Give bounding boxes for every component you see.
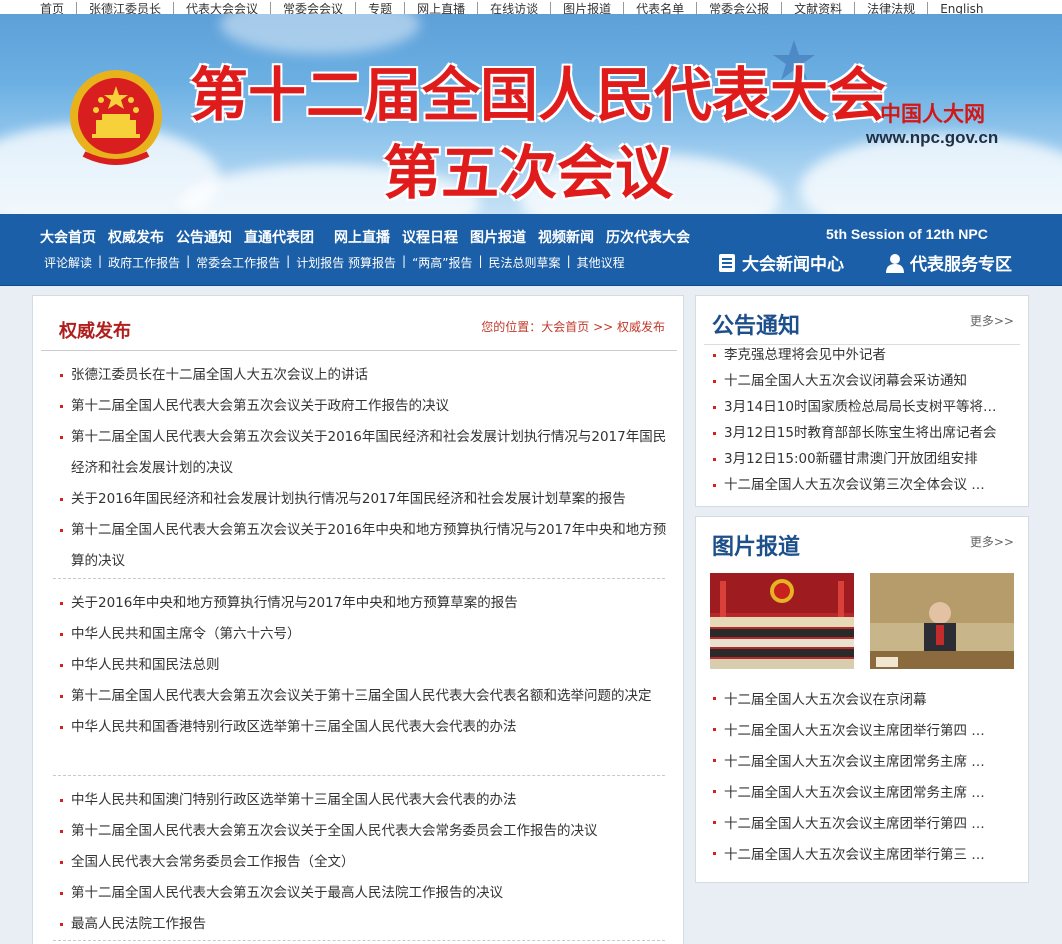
deputy-service-label: 代表服务专区: [910, 255, 1012, 275]
topnav-laws[interactable]: 法律法规: [855, 2, 929, 14]
deputy-service-button[interactable]: 代表服务专区: [886, 250, 1012, 275]
topnav-home[interactable]: 首页: [28, 2, 78, 14]
topnav-documents[interactable]: 文献资料: [782, 2, 856, 14]
user-icon: [886, 253, 904, 273]
separator: |: [98, 254, 103, 268]
list-item[interactable]: 关于2016年中央和地方预算执行情况与2017年中央和地方预算草案的报告: [53, 588, 667, 619]
photo-congress-hall[interactable]: [710, 573, 854, 669]
nav-agenda[interactable]: 议程日程: [402, 227, 458, 247]
list-item[interactable]: 十二届全国人大五次会议主席团常务主席 …: [710, 778, 1010, 809]
notice-list: 李克强总理将会见中外记者 十二届全国人大五次会议闭幕会采访通知 3月14日10时…: [710, 342, 1010, 498]
topnav-english[interactable]: English: [928, 2, 995, 14]
topnav-live[interactable]: 网上直播: [405, 2, 479, 14]
nav-live[interactable]: 网上直播: [334, 227, 390, 247]
separator: |: [286, 254, 291, 268]
list-item[interactable]: 最高人民法院工作报告: [53, 909, 667, 940]
news-center-label: 大会新闻中心: [742, 255, 844, 275]
panel-title: 图片报道: [712, 535, 801, 560]
separator: |: [566, 254, 571, 268]
list-item[interactable]: 十二届全国人大五次会议主席团举行第四 …: [710, 716, 1010, 747]
site-url: www.npc.gov.cn: [866, 128, 999, 147]
list-item[interactable]: 中华人民共和国主席令（第六十六号）: [53, 619, 667, 650]
subnav-gov-report[interactable]: 政府工作报告: [104, 254, 184, 271]
subnav-commentary[interactable]: 评论解读: [40, 254, 96, 271]
topnav-deputy-list[interactable]: 代表名单: [624, 2, 698, 14]
topnav-gazette[interactable]: 常委会公报: [697, 2, 783, 14]
list-item[interactable]: 张德江委员长在十二届全国人大五次会议上的讲话: [53, 360, 667, 391]
topnav-topics[interactable]: 专题: [356, 2, 406, 14]
top-nav: 首页 张德江委员长 代表大会会议 常委会会议 专题 网上直播 在线访谈 图片报道…: [0, 0, 1062, 14]
list-item[interactable]: 第十二届全国人民代表大会第五次会议关于第十三届全国人民代表大会代表名额和选举问题…: [53, 681, 667, 712]
divider: [53, 940, 665, 941]
list-item[interactable]: 十二届全国人大五次会议主席团举行第四 …: [710, 809, 1010, 840]
photo-chairman-speech[interactable]: [870, 573, 1014, 669]
photo-news-list: 十二届全国人大五次会议在京闭幕 十二届全国人大五次会议主席团举行第四 … 十二届…: [710, 685, 1010, 871]
subnav-two-supremes-report[interactable]: “两高”报告: [408, 254, 476, 271]
nav-delegations[interactable]: 直通代表团: [244, 227, 314, 247]
separator: |: [478, 254, 483, 268]
list-item[interactable]: 中华人民共和国澳门特别行政区选举第十三届全国人民代表大会代表的办法: [53, 785, 667, 816]
banner-title-line1: 第十二届全国人民代表大会: [190, 61, 887, 129]
list-item[interactable]: 3月14日10时国家质检总局局长支树平等将…: [710, 394, 1010, 420]
photo-report-panel: 图片报道 更多>> 十二届全国人大五次会议在京闭幕 十二届全国人大五次会议主席团…: [695, 516, 1029, 883]
subnav-standing-committee-report[interactable]: 常委会工作报告: [192, 254, 284, 271]
list-item[interactable]: 第十二届全国人民代表大会第五次会议关于最高人民法院工作报告的决议: [53, 878, 667, 909]
list-item[interactable]: 第十二届全国人民代表大会第五次会议关于2016年国民经济和社会发展计划执行情况与…: [53, 422, 667, 484]
separator: |: [186, 254, 191, 268]
nav-video-news[interactable]: 视频新闻: [538, 227, 594, 247]
topnav-congress-sessions[interactable]: 代表大会会议: [174, 2, 272, 14]
list-item[interactable]: 第十二届全国人民代表大会第五次会议关于政府工作报告的决议: [53, 391, 667, 422]
list-item[interactable]: 李克强总理将会见中外记者: [710, 342, 1010, 368]
topnav-interviews[interactable]: 在线访谈: [478, 2, 552, 14]
list-item[interactable]: 中华人民共和国香港特别行政区选举第十三届全国人民代表大会代表的办法: [53, 712, 667, 743]
list-item[interactable]: 关于2016年国民经济和社会发展计划执行情况与2017年国民经济和社会发展计划草…: [53, 484, 667, 515]
breadcrumb[interactable]: 您的位置：大会首页 >> 权威发布: [481, 318, 665, 335]
main-nav-links: 大会首页 权威发布 公告通知 直通代表团 网上直播 议程日程 图片报道 视频新闻…: [34, 227, 696, 247]
more-link[interactable]: 更多>>: [970, 312, 1014, 329]
main-navigation: 大会首页 权威发布 公告通知 直通代表团 网上直播 议程日程 图片报道 视频新闻…: [0, 214, 1062, 286]
list-item[interactable]: 十二届全国人大五次会议第三次全体会议 …: [710, 472, 1010, 498]
national-emblem-icon: [70, 70, 162, 165]
nav-photos[interactable]: 图片报道: [470, 227, 526, 247]
divider: [41, 350, 677, 351]
list-item[interactable]: 3月12日15:00新疆甘肃澳门开放团组安排: [710, 446, 1010, 472]
subnav-civil-code-draft[interactable]: 民法总则草案: [485, 254, 565, 271]
topnav-photos[interactable]: 图片报道: [551, 2, 625, 14]
panel-title: 公告通知: [712, 314, 801, 339]
divider: [53, 775, 665, 776]
document-icon: [719, 253, 735, 272]
authoritative-release-panel: 权威发布 您的位置：大会首页 >> 权威发布 张德江委员长在十二届全国人大五次会…: [32, 295, 684, 944]
sub-nav-links: 评论解读 | 政府工作报告 | 常委会工作报告 | 计划报告 预算报告 | “两高”报告…: [40, 254, 629, 271]
list-item[interactable]: 十二届全国人大五次会议在京闭幕: [710, 685, 1010, 716]
topnav-standing-committee[interactable]: 常委会会议: [271, 2, 357, 14]
list-item[interactable]: 十二届全国人大五次会议主席团常务主席 …: [710, 747, 1010, 778]
release-list-group-1: 张德江委员长在十二届全国人大五次会议上的讲话 第十二届全国人民代表大会第五次会议…: [53, 360, 667, 577]
list-item[interactable]: 十二届全国人大五次会议闭幕会采访通知: [710, 368, 1010, 394]
separator: |: [402, 254, 407, 268]
list-item[interactable]: 3月12日15时教育部部长陈宝生将出席记者会: [710, 420, 1010, 446]
session-english-label: 5th Session of 12th NPC: [826, 226, 988, 242]
nav-authoritative-release[interactable]: 权威发布: [108, 227, 164, 247]
list-item[interactable]: 第十二届全国人民代表大会第五次会议关于2016年中央和地方预算执行情况与2017…: [53, 515, 667, 577]
notice-panel: 公告通知 更多>> 李克强总理将会见中外记者 十二届全国人大五次会议闭幕会采访通…: [695, 295, 1029, 507]
more-link[interactable]: 更多>>: [970, 533, 1014, 550]
release-list-group-3: 中华人民共和国澳门特别行政区选举第十三届全国人民代表大会代表的办法 第十二届全国…: [53, 785, 667, 940]
list-item[interactable]: 第十二届全国人民代表大会第五次会议关于全国人民代表大会常务委员会工作报告的决议: [53, 816, 667, 847]
topnav-chairman[interactable]: 张德江委员长: [77, 2, 175, 14]
list-item[interactable]: 中华人民共和国民法总则: [53, 650, 667, 681]
banner-title-line2: 第五次会议: [383, 139, 674, 207]
nav-congress-home[interactable]: 大会首页: [40, 227, 96, 247]
subnav-other-agenda[interactable]: 其他议程: [573, 254, 629, 271]
subnav-plan-budget-report[interactable]: 计划报告 预算报告: [292, 254, 400, 271]
list-item[interactable]: 全国人民代表大会常务委员会工作报告（全文）: [53, 847, 667, 878]
nav-past-congresses[interactable]: 历次代表大会: [606, 227, 690, 247]
panel-title: 权威发布: [59, 321, 131, 342]
nav-notices[interactable]: 公告通知: [176, 227, 232, 247]
header-banner: 第十二届全国人民代表大会 第五次会议 中国人大网 www.npc.gov.cn: [0, 14, 1062, 214]
list-item[interactable]: 十二届全国人大五次会议主席团举行第三 …: [710, 840, 1010, 871]
release-list-group-2: 关于2016年中央和地方预算执行情况与2017年中央和地方预算草案的报告 中华人…: [53, 588, 667, 743]
news-center-button[interactable]: 大会新闻中心: [718, 250, 844, 275]
divider: [53, 578, 665, 579]
site-logo[interactable]: 中国人大网: [880, 98, 985, 128]
